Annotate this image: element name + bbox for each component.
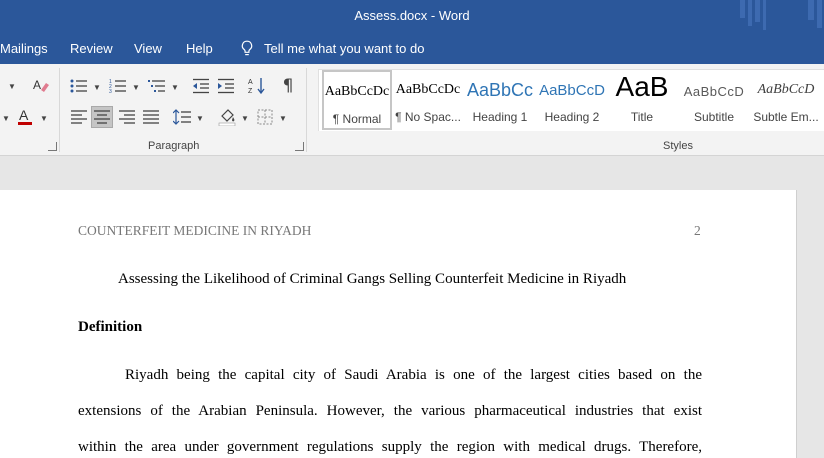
chevron-down-icon[interactable]: ▼ (132, 83, 140, 92)
font-color-icon[interactable]: A (14, 106, 36, 128)
align-right-icon[interactable] (116, 106, 138, 128)
chevron-down-icon[interactable]: ▼ (279, 114, 287, 123)
svg-text:A: A (19, 107, 29, 123)
chevron-down-icon[interactable]: ▼ (241, 114, 249, 123)
styles-gallery: AaBbCcDc ¶ Normal AaBbCcDc ¶ No Spac... … (318, 69, 824, 131)
section-heading: Definition (78, 319, 143, 335)
borders-icon[interactable] (254, 106, 276, 128)
body-line: extensions of the Arabian Peninsula. How… (78, 403, 702, 419)
paragraph-dialog-launcher-icon[interactable] (295, 142, 304, 151)
style-normal[interactable]: AaBbCcDc ¶ Normal (322, 70, 392, 130)
menu-tabs: Mailings Review View Help Tell me what y… (0, 33, 824, 64)
style-title[interactable]: AaB Title (607, 70, 677, 130)
tell-me-label: Tell me what you want to do (264, 41, 425, 56)
svg-text:A: A (33, 78, 41, 92)
body-line: within the area under government regulat… (78, 439, 702, 455)
chevron-down-icon[interactable]: ▼ (196, 114, 204, 123)
document-title: Assessing the Likelihood of Criminal Gan… (118, 271, 627, 287)
chevron-down-icon[interactable]: ▼ (40, 114, 48, 123)
align-center-icon[interactable] (91, 106, 113, 128)
body-line: Riyadh being the capital city of Saudi A… (125, 367, 702, 383)
running-head: COUNTERFEIT MEDICINE IN RIYADH (78, 223, 312, 238)
style-heading-2[interactable]: AaBbCcD Heading 2 (537, 70, 607, 130)
clear-formatting-icon[interactable]: A (30, 74, 52, 96)
title-bar: Assess.docx - Word (0, 0, 824, 33)
multilevel-list-icon[interactable] (146, 75, 168, 97)
tab-mailings[interactable]: Mailings (0, 41, 48, 56)
styles-group-label: Styles (663, 140, 693, 152)
line-spacing-icon[interactable] (171, 106, 193, 128)
window-title: Assess.docx - Word (354, 8, 470, 23)
decrease-indent-icon[interactable] (190, 75, 212, 97)
svg-text:A: A (248, 79, 253, 86)
align-left-icon[interactable] (68, 106, 90, 128)
chevron-down-icon[interactable]: ▼ (8, 82, 16, 91)
page-number: 2 (694, 223, 701, 238)
style-subtitle[interactable]: AaBbCcD Subtitle (679, 70, 749, 130)
font-dialog-launcher-icon[interactable] (48, 142, 57, 151)
shading-icon[interactable] (216, 106, 238, 128)
tab-view[interactable]: View (134, 41, 162, 56)
chevron-down-icon[interactable]: ▼ (93, 83, 101, 92)
bullets-icon[interactable] (68, 75, 90, 97)
svg-text:3: 3 (109, 89, 112, 94)
svg-text:Z: Z (248, 88, 253, 95)
chevron-down-icon[interactable]: ▼ (171, 83, 179, 92)
group-separator (306, 68, 307, 152)
numbering-icon[interactable]: 123 (107, 75, 129, 97)
tab-help[interactable]: Help (186, 41, 213, 56)
tell-me-search[interactable]: Tell me what you want to do (240, 40, 424, 57)
tab-review[interactable]: Review (70, 41, 113, 56)
group-separator (59, 68, 60, 152)
decorative-pattern-icon (740, 0, 822, 30)
chevron-down-icon[interactable]: ▼ (2, 114, 10, 123)
show-formatting-marks-icon[interactable]: ¶ (277, 75, 299, 97)
style-subtle-emphasis[interactable]: AaBbCcD Subtle Em... (751, 70, 821, 130)
paragraph-group-label: Paragraph (148, 140, 200, 152)
justify-icon[interactable] (140, 106, 162, 128)
document-page[interactable]: COUNTERFEIT MEDICINE IN RIYADH 2 Assessi… (0, 190, 797, 458)
lightbulb-icon (241, 40, 253, 56)
increase-indent-icon[interactable] (215, 75, 237, 97)
sort-icon[interactable]: AZ (246, 75, 268, 97)
style-heading-1[interactable]: AaBbCc Heading 1 (465, 70, 535, 130)
style-no-spacing[interactable]: AaBbCcDc ¶ No Spac... (393, 70, 463, 130)
